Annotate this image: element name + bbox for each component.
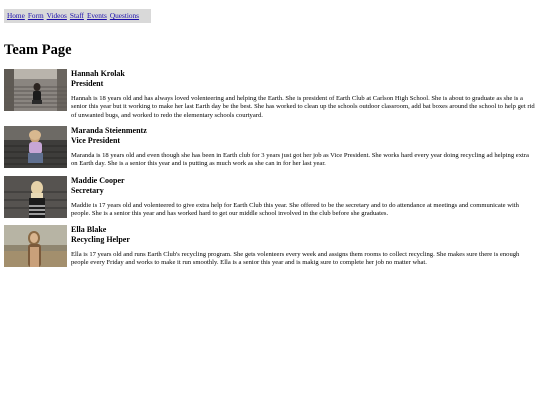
- member-name: Ella Blake: [71, 225, 107, 234]
- member-info: Hannah Krolak President Hannah is 18 yea…: [71, 69, 536, 120]
- member-name: Maddie Cooper: [71, 176, 125, 185]
- member-photo: [4, 69, 67, 111]
- page-title: Team Page: [4, 42, 72, 58]
- member-info: Ella Blake Recycling Helper Ella is 17 y…: [71, 225, 536, 268]
- member-role: Vice President: [71, 136, 121, 145]
- member-photo: [4, 126, 67, 168]
- nav-link-events[interactable]: Events: [87, 9, 107, 23]
- nav-link-home[interactable]: Home: [7, 9, 25, 23]
- member-bio: Maranda is 18 years old and even though …: [71, 152, 529, 168]
- nav-link-videos[interactable]: Videos: [47, 9, 67, 23]
- member-bio: Maddie is 17 years old and volenteered t…: [71, 202, 519, 218]
- member-photo: [4, 225, 67, 267]
- member-bio: Ella is 17 years old and runs Earth Club…: [71, 251, 520, 267]
- member-role: Secretary: [71, 186, 104, 195]
- member-photo: [4, 176, 67, 218]
- top-nav: Home Form Videos Staff Events Questions: [4, 9, 151, 23]
- member-bio: Hannah is 18 years old and has always lo…: [71, 95, 535, 119]
- member-role: Recycling Helper: [71, 235, 130, 244]
- member-info: Maddie Cooper Secretary Maddie is 17 yea…: [71, 176, 536, 219]
- member-name: Hannah Krolak: [71, 69, 125, 78]
- member-role: President: [71, 79, 104, 88]
- nav-link-staff[interactable]: Staff: [70, 9, 84, 23]
- nav-link-form[interactable]: Form: [28, 9, 44, 23]
- member-info: Maranda Steienmentz Vice President Maran…: [71, 126, 536, 169]
- nav-link-questions[interactable]: Questions: [110, 9, 139, 23]
- member-name: Maranda Steienmentz: [71, 126, 147, 135]
